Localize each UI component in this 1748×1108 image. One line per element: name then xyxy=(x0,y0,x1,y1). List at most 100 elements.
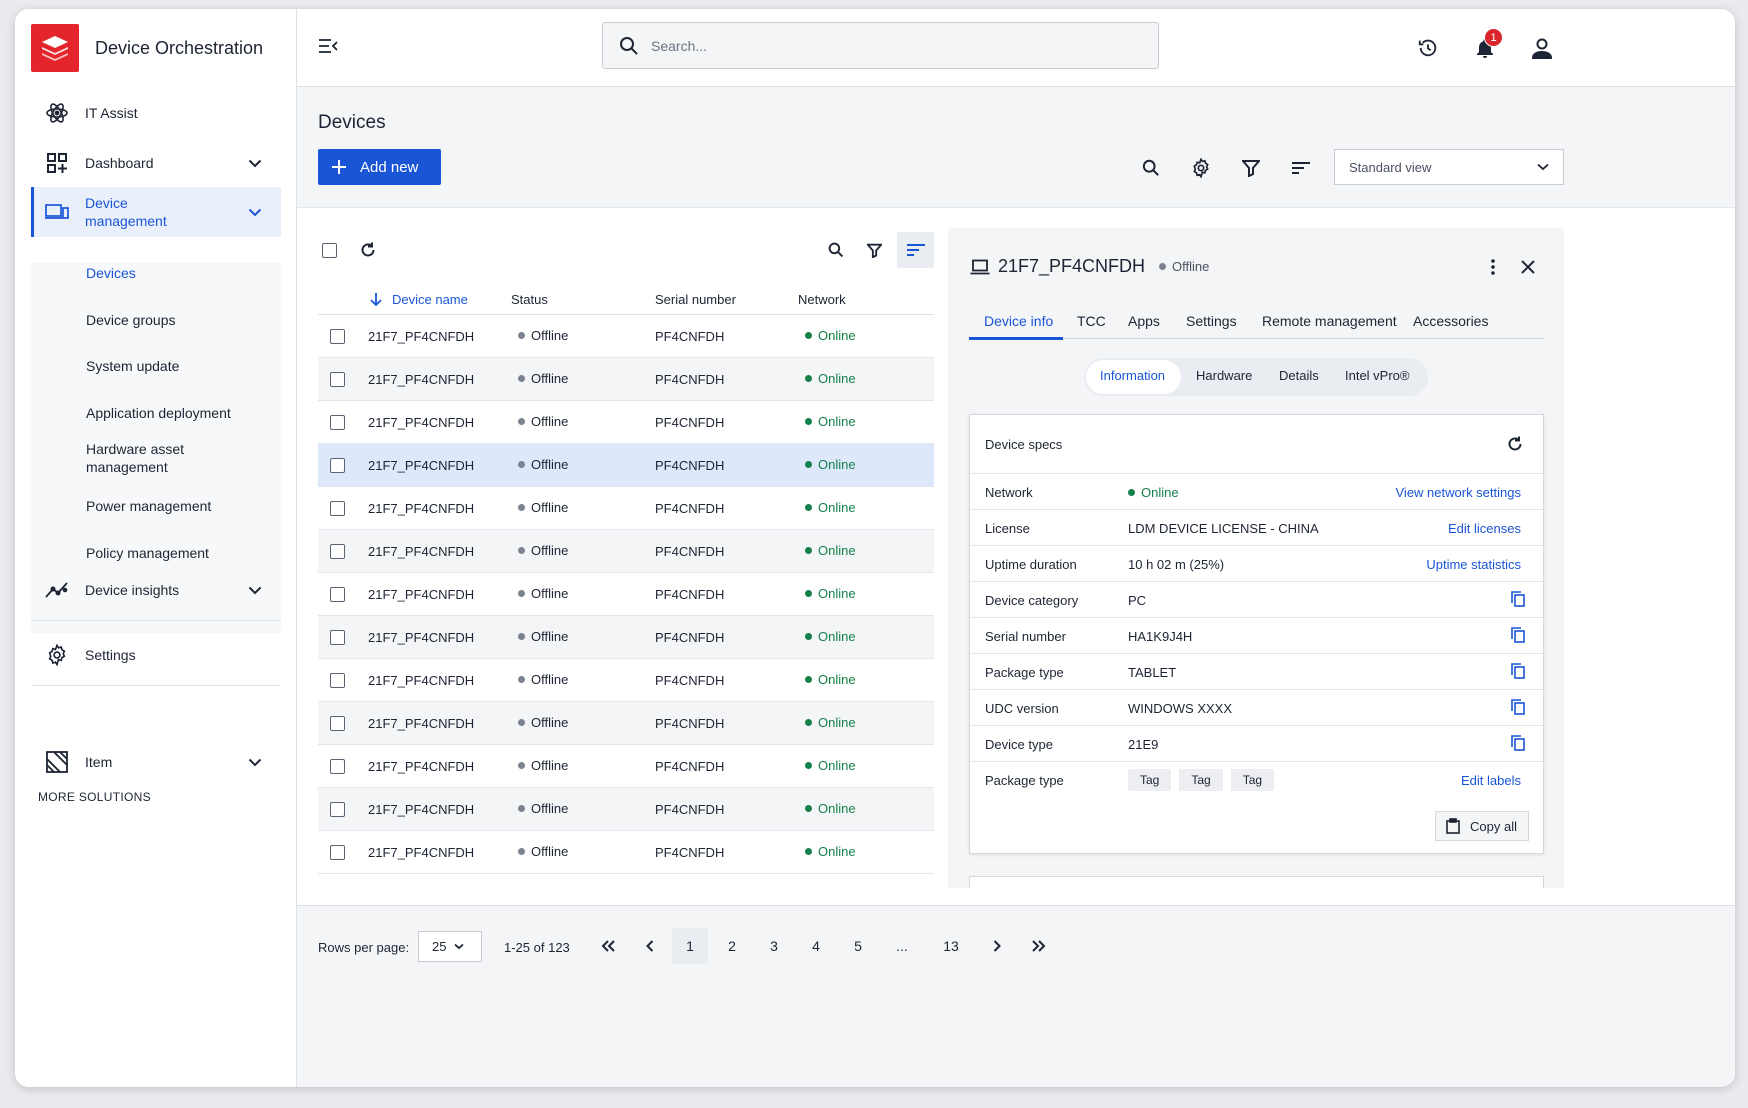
view-select[interactable]: Standard view xyxy=(1334,149,1564,185)
tab-apps[interactable]: Apps xyxy=(1128,313,1160,329)
user-avatar-icon[interactable] xyxy=(1526,32,1558,64)
table-row[interactable]: 21F7_PF4CNFDH Offline PF4CNFDH Online xyxy=(318,315,934,358)
next-page-icon[interactable] xyxy=(979,928,1015,964)
copy-all-button[interactable]: Copy all xyxy=(1435,811,1529,841)
chevron-down-icon[interactable] xyxy=(243,200,267,224)
cell-device-name[interactable]: 21F7_PF4CNFDH xyxy=(368,802,474,817)
sidebar-item-device-management[interactable]: Device management xyxy=(31,187,281,237)
page-button[interactable]: 1 xyxy=(672,928,708,964)
table-row[interactable]: 21F7_PF4CNFDH Offline PF4CNFDH Online xyxy=(318,616,934,659)
first-page-icon[interactable] xyxy=(590,928,626,964)
add-new-button[interactable]: Add new xyxy=(318,149,441,185)
row-checkbox[interactable] xyxy=(330,759,345,774)
tab-tcc[interactable]: TCC xyxy=(1077,313,1106,329)
table-sort-icon[interactable] xyxy=(897,232,934,268)
search-input[interactable] xyxy=(651,37,1131,54)
sidebar-subitem-application-deployment[interactable]: Application deployment xyxy=(86,403,231,423)
page-button[interactable]: 5 xyxy=(840,928,876,964)
sidebar-item-device-insights[interactable]: Device insights xyxy=(31,576,281,604)
table-row[interactable]: 21F7_PF4CNFDH Offline PF4CNFDH Online xyxy=(318,745,934,788)
table-row[interactable]: 21F7_PF4CNFDH Offline PF4CNFDH Online xyxy=(318,358,934,401)
column-header-serial-number[interactable]: Serial number xyxy=(655,292,736,307)
spec-action-link[interactable]: Edit labels xyxy=(1461,773,1521,788)
row-checkbox[interactable] xyxy=(330,329,345,344)
sort-icon[interactable] xyxy=(1287,154,1315,182)
table-row[interactable]: 21F7_PF4CNFDH Offline PF4CNFDH Online xyxy=(318,831,934,874)
select-all-checkbox[interactable] xyxy=(312,233,346,267)
gear-icon[interactable] xyxy=(1187,154,1215,182)
sidebar-item-it-assist[interactable]: IT Assist xyxy=(31,99,281,127)
chevron-down-icon[interactable] xyxy=(243,578,267,602)
sidebar-subitem-power-management[interactable]: Power management xyxy=(86,496,211,516)
page-button[interactable]: 4 xyxy=(798,928,834,964)
row-checkbox[interactable] xyxy=(330,544,345,559)
cell-device-name[interactable]: 21F7_PF4CNFDH xyxy=(368,415,474,430)
table-row[interactable]: 21F7_PF4CNFDH Offline PF4CNFDH Online xyxy=(318,487,934,530)
rows-per-page-select[interactable]: 25 xyxy=(418,931,482,962)
row-checkbox[interactable] xyxy=(330,673,345,688)
sidebar-item-more[interactable]: Item xyxy=(31,748,281,776)
cell-device-name[interactable]: 21F7_PF4CNFDH xyxy=(368,501,474,516)
tab-remote-management[interactable]: Remote management xyxy=(1262,313,1397,329)
row-checkbox[interactable] xyxy=(330,845,345,860)
cell-device-name[interactable]: 21F7_PF4CNFDH xyxy=(368,458,474,473)
column-header-network[interactable]: Network xyxy=(798,292,846,307)
subtab-intel-vpro[interactable]: Intel vPro® xyxy=(1345,368,1410,383)
close-icon[interactable] xyxy=(1515,254,1541,280)
cell-device-name[interactable]: 21F7_PF4CNFDH xyxy=(368,716,474,731)
subtab-information[interactable]: Information xyxy=(1100,368,1165,383)
notifications-icon[interactable]: 1 xyxy=(1469,28,1503,64)
table-row[interactable]: 21F7_PF4CNFDH Offline PF4CNFDH Online xyxy=(318,444,934,487)
copy-icon[interactable] xyxy=(1511,663,1525,679)
sidebar-subitem-devices[interactable]: Devices xyxy=(86,263,136,283)
tab-settings[interactable]: Settings xyxy=(1186,313,1237,329)
table-filter-icon[interactable] xyxy=(857,233,891,267)
spec-action-link[interactable]: View network settings xyxy=(1396,485,1522,500)
spec-action-link[interactable]: Uptime statistics xyxy=(1426,557,1521,572)
row-checkbox[interactable] xyxy=(330,458,345,473)
page-button[interactable]: 13 xyxy=(933,928,969,964)
table-row[interactable]: 21F7_PF4CNFDH Offline PF4CNFDH Online xyxy=(318,401,934,444)
copy-icon[interactable] xyxy=(1511,627,1525,643)
cell-device-name[interactable]: 21F7_PF4CNFDH xyxy=(368,329,474,344)
search-box[interactable] xyxy=(602,22,1159,69)
sidebar-subitem-policy-management[interactable]: Policy management xyxy=(86,543,209,563)
sidebar-subitem-system-update[interactable]: System update xyxy=(86,356,179,376)
previous-page-icon[interactable] xyxy=(632,928,668,964)
row-checkbox[interactable] xyxy=(330,587,345,602)
cell-device-name[interactable]: 21F7_PF4CNFDH xyxy=(368,845,474,860)
cell-device-name[interactable]: 21F7_PF4CNFDH xyxy=(368,372,474,387)
table-row[interactable]: 21F7_PF4CNFDH Offline PF4CNFDH Online xyxy=(318,788,934,831)
cell-device-name[interactable]: 21F7_PF4CNFDH xyxy=(368,759,474,774)
table-row[interactable]: 21F7_PF4CNFDH Offline PF4CNFDH Online xyxy=(318,573,934,616)
sidebar-item-dashboard[interactable]: Dashboard xyxy=(31,149,281,177)
sidebar-item-settings[interactable]: Settings xyxy=(31,641,281,669)
copy-icon[interactable] xyxy=(1511,591,1525,607)
row-checkbox[interactable] xyxy=(330,716,345,731)
collapse-menu-icon[interactable] xyxy=(317,35,341,59)
sidebar-subitem-hardware-asset-management[interactable]: Hardware asset management xyxy=(86,440,206,476)
table-row[interactable]: 21F7_PF4CNFDH Offline PF4CNFDH Online xyxy=(318,659,934,702)
refresh-icon[interactable] xyxy=(351,233,385,267)
chevron-down-icon[interactable] xyxy=(243,151,267,175)
search-icon[interactable] xyxy=(1137,154,1165,182)
cell-device-name[interactable]: 21F7_PF4CNFDH xyxy=(368,630,474,645)
table-row[interactable]: 21F7_PF4CNFDH Offline PF4CNFDH Online xyxy=(318,530,934,573)
row-checkbox[interactable] xyxy=(330,415,345,430)
chevron-down-icon[interactable] xyxy=(243,750,267,774)
row-checkbox[interactable] xyxy=(330,372,345,387)
cell-device-name[interactable]: 21F7_PF4CNFDH xyxy=(368,587,474,602)
page-button[interactable]: 2 xyxy=(714,928,750,964)
spec-action-link[interactable]: Edit licenses xyxy=(1448,521,1521,536)
column-header-status[interactable]: Status xyxy=(511,292,548,307)
page-button[interactable]: 3 xyxy=(756,928,792,964)
history-icon[interactable] xyxy=(1412,32,1444,64)
cell-device-name[interactable]: 21F7_PF4CNFDH xyxy=(368,673,474,688)
row-checkbox[interactable] xyxy=(330,802,345,817)
row-checkbox[interactable] xyxy=(330,501,345,516)
table-row[interactable]: 21F7_PF4CNFDH Offline PF4CNFDH Online xyxy=(318,702,934,745)
tab-device-info[interactable]: Device info xyxy=(984,313,1053,329)
more-options-icon[interactable] xyxy=(1480,254,1506,280)
tab-accessories[interactable]: Accessories xyxy=(1413,313,1488,329)
table-search-icon[interactable] xyxy=(819,233,853,267)
